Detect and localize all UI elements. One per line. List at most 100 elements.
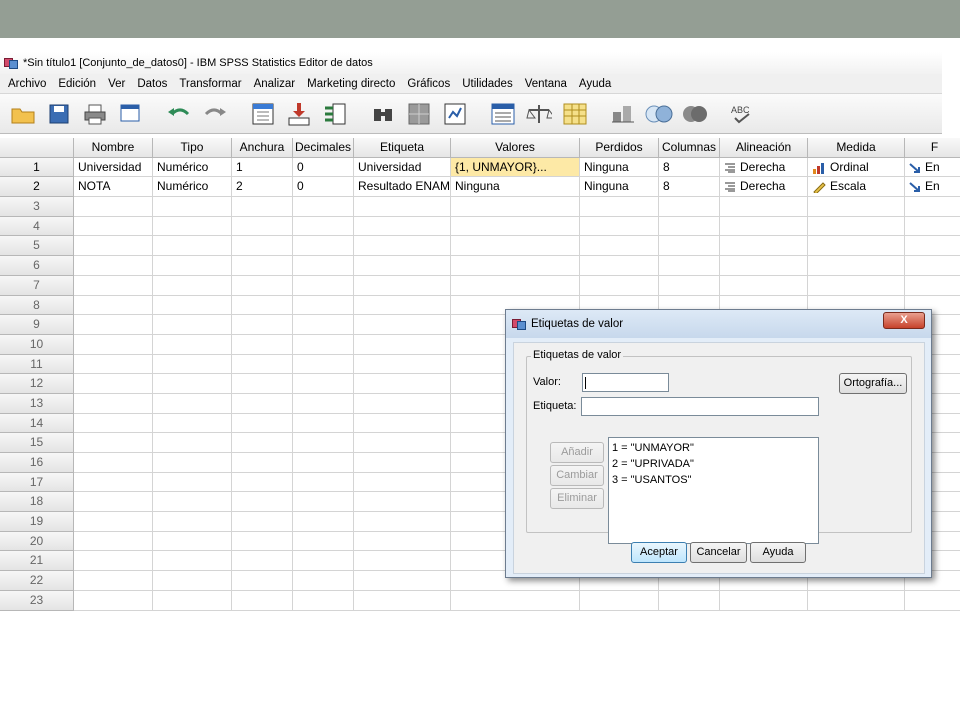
empty-cell[interactable]	[354, 590, 451, 611]
empty-cell[interactable]	[293, 275, 354, 296]
empty-cell[interactable]	[808, 275, 905, 296]
empty-cell[interactable]	[354, 492, 451, 513]
empty-cell[interactable]	[293, 433, 354, 453]
empty-cell[interactable]	[232, 295, 293, 316]
empty-cell[interactable]	[451, 275, 580, 296]
empty-cell[interactable]	[232, 531, 293, 552]
ok-button[interactable]: Aceptar	[631, 542, 687, 563]
empty-cell[interactable]	[232, 374, 293, 394]
empty-cell[interactable]	[354, 571, 451, 591]
row-number[interactable]: 15	[0, 433, 74, 453]
list-item[interactable]: 3 = "USANTOS"	[612, 472, 815, 488]
empty-cell[interactable]	[153, 551, 232, 572]
empty-cell[interactable]	[659, 275, 720, 296]
empty-cell[interactable]	[232, 236, 293, 257]
cell-valores[interactable]: {1, UNMAYOR}...	[451, 157, 580, 178]
row-number[interactable]: 5	[0, 236, 74, 257]
empty-cell[interactable]	[354, 334, 451, 355]
row-number[interactable]: 17	[0, 472, 74, 493]
empty-cell[interactable]	[232, 453, 293, 473]
empty-cell[interactable]	[293, 295, 354, 316]
weight-cases-icon[interactable]	[440, 99, 470, 129]
empty-cell[interactable]	[153, 413, 232, 434]
recall-dialog-icon[interactable]	[116, 99, 146, 129]
goto-case-icon[interactable]	[248, 99, 278, 129]
empty-cell[interactable]	[451, 216, 580, 237]
empty-cell[interactable]	[580, 590, 659, 611]
menu-transformar[interactable]: Transformar	[173, 74, 247, 94]
empty-cell[interactable]	[580, 236, 659, 257]
print-icon[interactable]	[80, 99, 110, 129]
empty-cell[interactable]	[905, 217, 960, 237]
empty-cell[interactable]	[74, 197, 153, 217]
empty-cell[interactable]	[808, 197, 905, 217]
row-number[interactable]: 12	[0, 374, 74, 394]
row-number[interactable]: 18	[0, 492, 74, 513]
empty-cell[interactable]	[74, 275, 153, 296]
row-number[interactable]: 6	[0, 256, 74, 276]
empty-cell[interactable]	[354, 275, 451, 296]
empty-cell[interactable]	[153, 472, 232, 493]
empty-cell[interactable]	[451, 590, 580, 611]
cell-nombre[interactable]: Universidad	[74, 157, 153, 178]
empty-cell[interactable]	[153, 236, 232, 257]
save-icon[interactable]	[44, 99, 74, 129]
empty-cell[interactable]	[232, 472, 293, 493]
empty-cell[interactable]	[74, 354, 153, 375]
cancel-button[interactable]: Cancelar	[690, 542, 747, 563]
empty-cell[interactable]	[153, 374, 232, 394]
empty-cell[interactable]	[153, 393, 232, 414]
empty-cell[interactable]	[720, 256, 808, 276]
empty-cell[interactable]	[153, 275, 232, 296]
empty-cell[interactable]	[153, 334, 232, 355]
split-file-icon[interactable]	[404, 99, 434, 129]
etiqueta-input[interactable]	[581, 397, 819, 416]
empty-cell[interactable]	[580, 275, 659, 296]
empty-cell[interactable]	[153, 197, 232, 217]
header-alineacion[interactable]: Alineación	[720, 138, 808, 158]
empty-cell[interactable]	[74, 590, 153, 611]
find-icon[interactable]	[368, 99, 398, 129]
header-valores[interactable]: Valores	[451, 138, 580, 158]
empty-cell[interactable]	[354, 433, 451, 453]
header-perdidos[interactable]: Perdidos	[580, 138, 659, 158]
empty-cell[interactable]	[293, 413, 354, 434]
empty-cell[interactable]	[232, 571, 293, 591]
empty-cell[interactable]	[354, 531, 451, 552]
empty-cell[interactable]	[74, 256, 153, 276]
redo-icon[interactable]	[200, 99, 230, 129]
menu-analizar[interactable]: Analizar	[248, 74, 302, 94]
value-labels-icon[interactable]	[524, 99, 554, 129]
empty-cell[interactable]	[659, 236, 720, 257]
row-number[interactable]: 22	[0, 571, 74, 591]
empty-cell[interactable]	[293, 216, 354, 237]
header-decimales[interactable]: Decimales	[293, 138, 354, 158]
empty-cell[interactable]	[74, 334, 153, 355]
cell-anchura[interactable]: 2	[232, 177, 293, 198]
row-number[interactable]: 11	[0, 354, 74, 375]
empty-cell[interactable]	[232, 256, 293, 276]
menu-ventana[interactable]: Ventana	[519, 74, 573, 94]
empty-cell[interactable]	[232, 334, 293, 355]
cell-medida[interactable]: Escala	[808, 177, 905, 198]
empty-cell[interactable]	[354, 197, 451, 217]
empty-cell[interactable]	[153, 512, 232, 532]
cell-columnas[interactable]: 8	[659, 157, 720, 178]
add-button[interactable]: Añadir	[550, 442, 604, 463]
select-cases-icon[interactable]	[488, 99, 518, 129]
empty-cell[interactable]	[232, 315, 293, 335]
header-tipo[interactable]: Tipo	[153, 138, 232, 158]
empty-cell[interactable]	[232, 433, 293, 453]
empty-cell[interactable]	[905, 236, 960, 257]
header-anchura[interactable]: Anchura	[232, 138, 293, 158]
spelling-button[interactable]: Ortografía...	[839, 373, 907, 394]
row-number[interactable]: 21	[0, 551, 74, 572]
empty-cell[interactable]	[720, 275, 808, 296]
row-number[interactable]: 10	[0, 334, 74, 355]
circles-dark-icon[interactable]	[680, 99, 710, 129]
show-all-variables-icon[interactable]	[608, 99, 638, 129]
empty-cell[interactable]	[153, 433, 232, 453]
remove-button[interactable]: Eliminar	[550, 488, 604, 509]
cell-tipo[interactable]: Numérico	[153, 177, 232, 198]
header-nombre[interactable]: Nombre	[74, 138, 153, 158]
